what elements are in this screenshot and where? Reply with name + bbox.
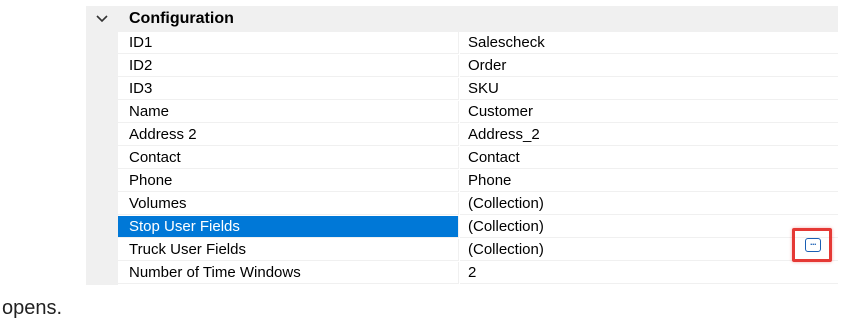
row-margin	[86, 262, 118, 285]
property-row-volumes[interactable]: Volumes (Collection)	[86, 193, 838, 216]
row-margin	[86, 101, 118, 124]
property-name[interactable]: Address 2	[118, 124, 459, 146]
property-row-id2[interactable]: ID2 Order	[86, 55, 838, 78]
property-value[interactable]: Contact	[460, 147, 838, 169]
property-row-name[interactable]: Name Customer	[86, 101, 838, 124]
property-value[interactable]: (Collection)	[460, 216, 838, 238]
property-name[interactable]: Phone	[118, 170, 459, 192]
property-value[interactable]: Order	[460, 55, 838, 77]
category-row-configuration[interactable]: Configuration	[86, 6, 838, 32]
row-margin	[86, 147, 118, 170]
property-name[interactable]: ID3	[118, 78, 459, 100]
property-value[interactable]: Salescheck	[460, 32, 838, 54]
row-margin	[86, 193, 118, 216]
property-name[interactable]: Contact	[118, 147, 459, 169]
property-row-id1[interactable]: ID1 Salescheck	[86, 32, 838, 55]
row-margin	[86, 170, 118, 193]
row-margin	[86, 32, 118, 55]
property-name[interactable]: ID2	[118, 55, 459, 77]
property-value[interactable]: (Collection)	[460, 239, 838, 261]
ellipsis-button[interactable]: ...	[805, 238, 821, 252]
property-value[interactable]: SKU	[460, 78, 838, 100]
row-margin	[86, 55, 118, 78]
property-grid: Configuration ID1 Salescheck ID2 Order I…	[86, 6, 838, 320]
row-margin	[86, 239, 118, 262]
property-row-address-2[interactable]: Address 2 Address_2	[86, 124, 838, 147]
caption-text: opens.	[2, 297, 63, 319]
property-name[interactable]: Stop User Fields	[118, 216, 459, 238]
property-value[interactable]: Phone	[460, 170, 838, 192]
property-name[interactable]: Truck User Fields	[118, 239, 459, 261]
chevron-down-icon[interactable]	[94, 10, 110, 28]
property-row-truck-user-fields[interactable]: Truck User Fields (Collection)	[86, 239, 838, 262]
property-row-phone[interactable]: Phone Phone	[86, 170, 838, 193]
screenshot-page: opens. Configuration ID1 Salescheck ID2 …	[0, 0, 842, 320]
property-name[interactable]: Volumes	[118, 193, 459, 215]
property-value[interactable]: (Collection)	[460, 193, 838, 215]
property-row-contact[interactable]: Contact Contact	[86, 147, 838, 170]
row-margin	[86, 78, 118, 101]
property-row-id3[interactable]: ID3 SKU	[86, 78, 838, 101]
property-value[interactable]: Address_2	[460, 124, 838, 146]
property-row-number-of-time-windows[interactable]: Number of Time Windows 2	[86, 262, 838, 285]
property-name[interactable]: Name	[118, 101, 459, 123]
row-margin	[86, 124, 118, 147]
property-name[interactable]: Number of Time Windows	[118, 262, 459, 284]
property-value[interactable]: 2	[460, 262, 838, 284]
ellipsis-highlight-box: ...	[792, 228, 832, 262]
category-title: Configuration	[129, 10, 234, 27]
row-margin	[86, 216, 118, 239]
property-row-stop-user-fields[interactable]: Stop User Fields (Collection)	[86, 216, 838, 239]
property-value[interactable]: Customer	[460, 101, 838, 123]
property-name[interactable]: ID1	[118, 32, 459, 54]
